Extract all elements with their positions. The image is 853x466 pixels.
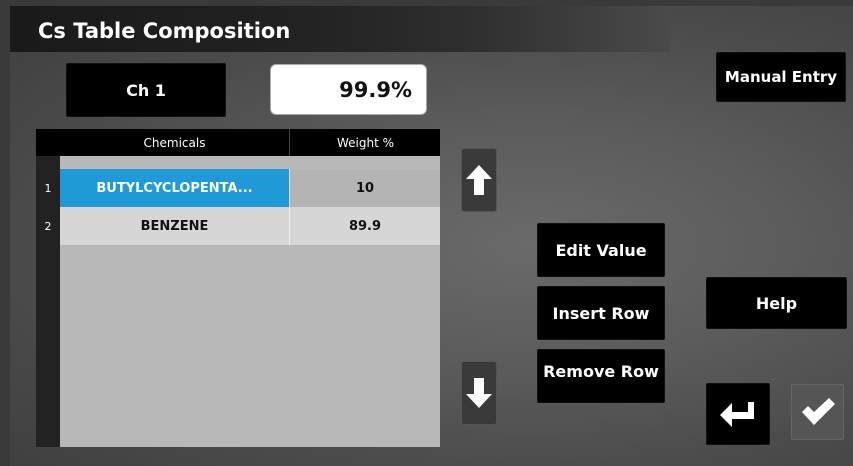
return-arrow-icon [720, 402, 754, 427]
channel-button[interactable]: Ch 1 [66, 63, 226, 117]
confirm-button[interactable] [791, 384, 844, 440]
table-row[interactable]: 1 BUTYLCYCLOPENTA... 10 [36, 169, 440, 207]
table-header: Chemicals Weight % [36, 129, 440, 156]
arrow-up-icon [466, 165, 492, 195]
weight-cell[interactable]: 10 [289, 169, 440, 207]
remove-row-button[interactable]: Remove Row [537, 349, 665, 403]
column-header-chemicals: Chemicals [143, 135, 206, 150]
edit-value-button[interactable]: Edit Value [537, 223, 665, 277]
weight-cell[interactable]: 89.9 [289, 207, 440, 245]
row-number: 2 [44, 219, 52, 233]
help-button[interactable]: Help [706, 277, 847, 329]
row-number: 1 [44, 181, 52, 195]
column-header-weight: Weight % [289, 129, 441, 156]
insert-row-button[interactable]: Insert Row [537, 286, 665, 340]
back-button[interactable] [706, 383, 770, 445]
chemical-cell[interactable]: BENZENE [60, 207, 289, 245]
scroll-down-button[interactable] [461, 361, 497, 425]
total-weight-display: 99.9% [270, 64, 427, 115]
chemical-cell[interactable]: BUTYLCYCLOPENTA... [60, 169, 289, 207]
scroll-up-button[interactable] [461, 148, 497, 212]
page-title: Cs Table Composition [38, 19, 291, 43]
arrow-down-icon [466, 378, 492, 408]
manual-entry-button[interactable]: Manual Entry [716, 52, 846, 102]
table-row[interactable]: 2 BENZENE 89.9 [36, 207, 440, 245]
composition-table: Chemicals Weight % 1 BUTYLCYCLOPENTA... … [36, 129, 440, 447]
title-bar: Cs Table Composition [10, 6, 670, 52]
checkmark-icon [801, 398, 835, 425]
